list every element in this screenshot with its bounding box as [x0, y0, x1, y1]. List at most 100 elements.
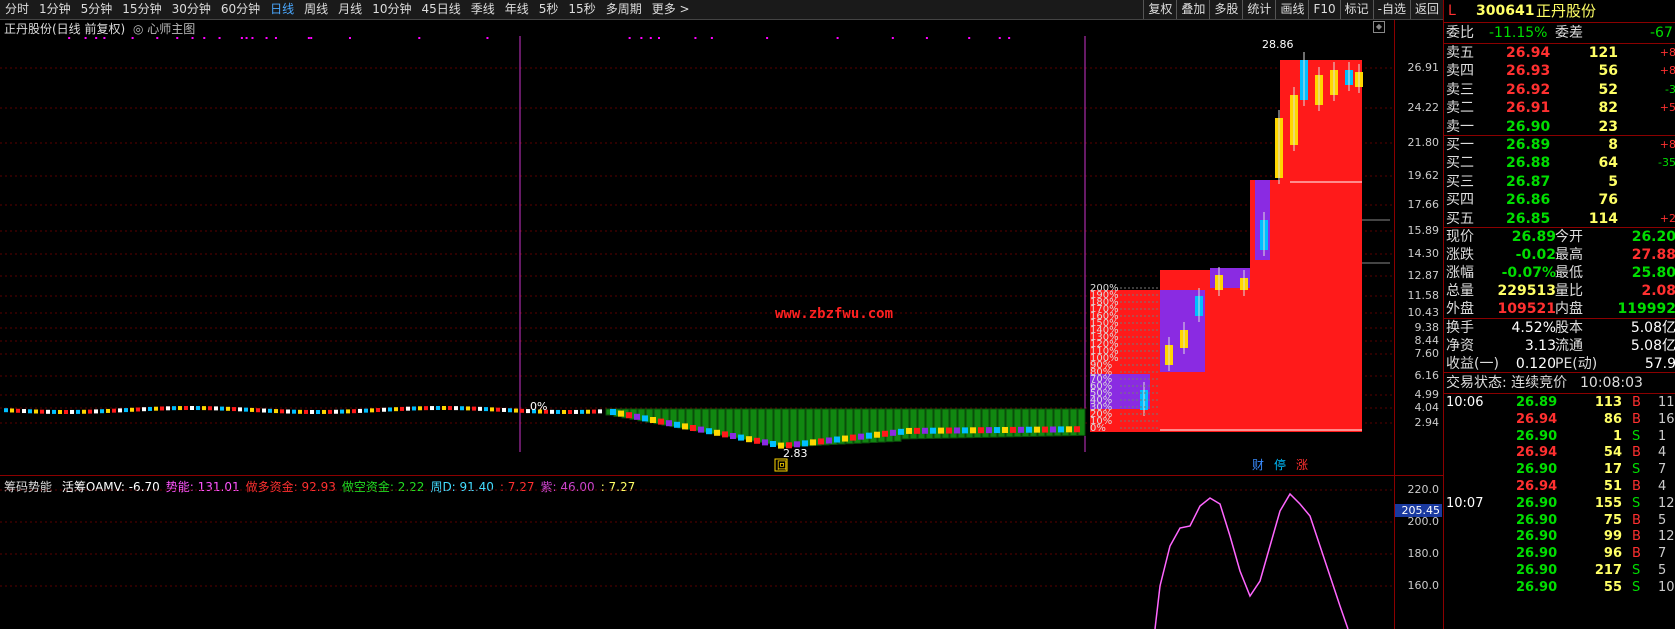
price-tick-label: 15.89 [1407, 224, 1440, 237]
period-tab[interactable]: 15秒 [563, 0, 600, 19]
candle [562, 409, 566, 414]
toolbar-button[interactable]: 标记 [1339, 0, 1373, 19]
order-row[interactable]: 买三 26.87 5 [1444, 173, 1675, 191]
stat-value: 25.80 [1631, 265, 1675, 281]
stat-label: 收益(一) [1446, 356, 1499, 372]
volume-block [949, 408, 958, 439]
candlestick-chart[interactable]: 200%190%180%170%160%150%140%130%120%110%… [0, 36, 1393, 475]
toolbar-button[interactable]: 返回 [1409, 0, 1443, 19]
candle [642, 415, 648, 422]
candle [70, 409, 74, 414]
toolbar-button[interactable]: F10 [1308, 0, 1339, 19]
event-tag[interactable]: 停 [1274, 457, 1286, 472]
candle [1050, 426, 1056, 433]
signal-dot [658, 37, 660, 39]
tick-row: 26.90 17 S 7 [1444, 461, 1675, 479]
stat-row: 涨幅 -0.07% 最低 25.80 [1444, 264, 1675, 282]
signal-dot [274, 37, 277, 39]
up-block [1090, 290, 1362, 432]
tick-row: 10:06 26.89 113 B 11 [1444, 394, 1675, 412]
toolbar-button[interactable]: -自选 [1372, 0, 1410, 19]
stat-label: 外盘 [1446, 301, 1474, 317]
order-level-label: 卖二 [1446, 100, 1474, 117]
period-tab[interactable]: 30分钟 [167, 0, 216, 19]
tick-row: 26.90 217 S 5 [1444, 562, 1675, 580]
candle [658, 418, 664, 425]
indicator-chart[interactable] [0, 476, 1393, 629]
order-level-label: 买四 [1446, 192, 1474, 209]
toolbar-button[interactable]: 复权 [1143, 0, 1176, 19]
order-row[interactable]: 卖四 26.93 56 +8 [1444, 62, 1675, 80]
period-tab[interactable]: 分时 [0, 0, 34, 19]
tick-side: B [1632, 479, 1641, 494]
price-tick-label: 12.87 [1407, 269, 1440, 282]
period-tab[interactable]: 1分钟 [34, 0, 76, 19]
tick-row: 10:07 26.90 155 S 12 [1444, 495, 1675, 513]
volume-block [925, 408, 934, 439]
period-tab[interactable]: 45日线 [416, 0, 465, 19]
candle [10, 408, 14, 413]
period-tab[interactable]: 更多 > [647, 0, 695, 19]
volume-block [765, 408, 774, 445]
candle [292, 409, 296, 414]
order-level-label: 卖五 [1446, 45, 1474, 61]
candle [400, 406, 404, 411]
order-row[interactable]: 卖三 26.92 52 -3 [1444, 81, 1675, 99]
candle [770, 441, 776, 447]
candle [586, 409, 590, 414]
price-tick-label: 4.99 [1414, 388, 1440, 401]
review-tag[interactable]: 回 [777, 460, 787, 472]
zero-pct-label: 0% [530, 400, 547, 413]
candle [746, 436, 752, 443]
candle [574, 409, 578, 414]
toolbar-button[interactable]: 多股 [1209, 0, 1242, 19]
period-tab[interactable]: 周线 [299, 0, 333, 19]
period-tab[interactable]: 5秒 [534, 0, 564, 19]
event-tag[interactable]: 涨 [1296, 457, 1308, 472]
tick-side: B [1632, 395, 1641, 410]
order-row[interactable]: 买一 26.89 8 +8 [1444, 136, 1675, 154]
candle [244, 407, 248, 412]
order-row[interactable]: 买二 26.88 64 -35 [1444, 154, 1675, 172]
stat-value: 0.120 [1515, 356, 1556, 372]
period-tab[interactable]: 日线 [265, 0, 299, 19]
period-tab[interactable]: 年线 [500, 0, 534, 19]
tick-count: 10 [1658, 579, 1675, 595]
candle [826, 437, 832, 444]
toolbar-button[interactable]: 画线 [1275, 0, 1308, 19]
toolbar-button[interactable]: 统计 [1242, 0, 1275, 19]
tick-count: 7 [1658, 462, 1667, 478]
order-row[interactable]: 买五 26.85 114 +2 [1444, 210, 1675, 228]
period-tab[interactable]: 10分钟 [367, 0, 416, 19]
period-tab[interactable]: 60分钟 [216, 0, 265, 19]
stat-value: 2.08 [1641, 283, 1675, 299]
candle [430, 406, 434, 411]
tick-volume: 99 [1603, 529, 1622, 545]
tick-time: 10:07 [1446, 495, 1484, 511]
tick-volume: 113 [1594, 395, 1622, 410]
volume-block [909, 408, 918, 440]
period-tab[interactable]: 15分钟 [117, 0, 166, 19]
order-row[interactable]: 买四 26.86 76 [1444, 191, 1675, 209]
tick-row: 26.90 1 S 1 [1444, 428, 1675, 446]
order-row[interactable]: 卖五 26.94 121 +8 [1444, 44, 1675, 62]
candle [220, 406, 224, 411]
period-tab[interactable]: 季线 [466, 0, 500, 19]
stat-value: 5.08亿 [1630, 320, 1675, 336]
toolbar-button[interactable]: 叠加 [1176, 0, 1209, 19]
indicator-main-label[interactable]: ◎ 心师主图 [133, 22, 195, 36]
price-tick-label: 4.04 [1414, 401, 1440, 414]
tick-volume: 96 [1603, 546, 1622, 562]
order-row[interactable]: 卖一 26.90 23 [1444, 118, 1675, 136]
event-tag[interactable]: 财 [1252, 458, 1264, 472]
signal-dot [218, 37, 221, 39]
signal-dot [103, 37, 106, 39]
chart-options-icon[interactable]: ◆ [1373, 21, 1385, 33]
period-tab[interactable]: 多周期 [601, 0, 647, 19]
candle [478, 406, 482, 411]
tick-count: 11 [1658, 395, 1675, 410]
tick-count: 5 [1658, 563, 1667, 578]
order-row[interactable]: 卖二 26.91 82 +5 [1444, 99, 1675, 117]
period-tab[interactable]: 月线 [333, 0, 367, 19]
period-tab[interactable]: 5分钟 [76, 0, 118, 19]
